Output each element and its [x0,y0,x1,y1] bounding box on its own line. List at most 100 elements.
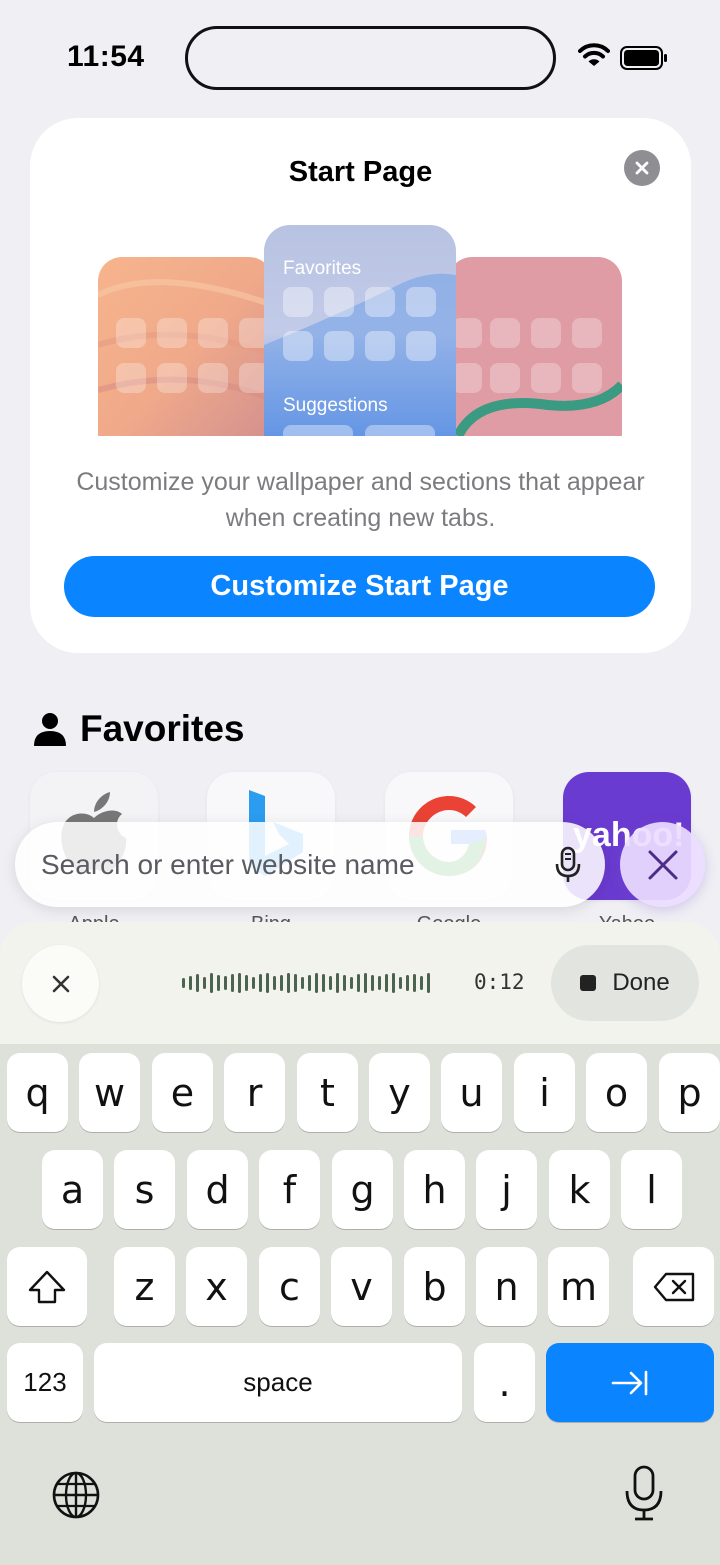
dictation-key[interactable] [624,1464,664,1527]
key-g[interactable]: g [332,1150,393,1229]
numbers-key[interactable]: 123 [7,1343,83,1422]
illus-suggestions-label: Suggestions [283,395,388,416]
delete-key[interactable] [633,1247,714,1326]
customize-start-page-button[interactable]: Customize Start Page [64,556,655,617]
cancel-search-button[interactable] [620,822,705,907]
close-icon [635,161,649,175]
close-icon [52,975,69,992]
card-description: Customize your wallpaper and sections th… [76,468,645,532]
waveform-bar [287,973,290,993]
waveform-bar [182,978,185,988]
shift-icon [28,1270,66,1303]
key-m[interactable]: m [548,1247,609,1326]
waveform-bar [210,973,213,993]
search-input[interactable] [41,848,521,881]
start-page-illustration: Favorites Suggestions [98,225,622,436]
audio-waveform [182,972,430,994]
globe-key[interactable] [50,1469,102,1526]
dynamic-island [185,26,556,90]
period-key[interactable]: . [474,1343,535,1422]
waveform-bar [315,973,318,993]
key-b[interactable]: b [404,1247,465,1326]
key-s[interactable]: s [114,1150,175,1229]
waveform-bar [301,977,304,989]
key-z[interactable]: z [114,1247,175,1326]
key-k[interactable]: k [549,1150,610,1229]
key-j[interactable]: j [476,1150,537,1229]
waveform-bar [196,974,199,992]
waveform-bar [343,975,346,991]
key-o[interactable]: o [586,1053,647,1132]
wifi-icon [578,42,610,73]
key-v[interactable]: v [331,1247,392,1326]
status-time: 11:54 [67,40,145,73]
key-d[interactable]: d [187,1150,248,1229]
waveform-bar [350,977,353,989]
waveform-bar [231,974,234,992]
waveform-bar [392,973,395,993]
battery-icon [620,46,668,75]
address-bar[interactable] [15,822,605,907]
key-e[interactable]: e [152,1053,213,1132]
key-p[interactable]: p [659,1053,720,1132]
waveform-bar [245,975,248,991]
waveform-bar [413,974,416,992]
microphone-icon[interactable] [555,846,581,884]
key-i[interactable]: i [514,1053,575,1132]
key-x[interactable]: x [186,1247,247,1326]
done-label: Done [612,969,670,996]
favorites-header: Favorites [32,708,245,750]
waveform-bar [224,976,227,990]
card-title: Start Page [288,156,433,188]
key-q[interactable]: q [7,1053,68,1132]
key-y[interactable]: y [369,1053,430,1132]
start-page-card: Start Page Favorites Suggestions Customi… [30,118,691,653]
globe-icon [52,1471,100,1519]
key-w[interactable]: w [79,1053,140,1132]
key-a[interactable]: a [42,1150,103,1229]
key-f[interactable]: f [259,1150,320,1229]
waveform-bar [217,975,220,991]
dictation-timer: 0:12 [474,970,525,994]
waveform-bar [203,977,206,989]
key-r[interactable]: r [224,1053,285,1132]
favorites-title: Favorites [80,708,245,749]
waveform-bar [294,974,297,992]
shift-key[interactable] [7,1247,87,1326]
stop-icon [580,975,597,991]
waveform-bar [420,976,423,990]
waveform-bar [357,974,360,992]
waveform-bar [336,973,339,993]
key-l[interactable]: l [621,1150,682,1229]
tab-arrow-icon [611,1370,648,1395]
cancel-dictation-button[interactable] [22,945,99,1022]
waveform-bar [238,973,241,993]
done-dictation-button[interactable]: Done [551,945,699,1021]
microphone-icon [625,1465,663,1521]
waveform-bar [385,974,388,992]
key-c[interactable]: c [259,1247,320,1326]
space-key[interactable]: space [94,1343,462,1422]
key-h[interactable]: h [404,1150,465,1229]
waveform-bar [406,975,409,991]
close-card-button[interactable] [624,150,660,186]
backspace-icon [653,1272,694,1301]
keyboard: 123 space . qwertyuiop asdfghjkl zxcvbnm [0,1044,720,1565]
waveform-bar [189,976,192,990]
go-key[interactable] [546,1343,714,1422]
waveform-bar [252,977,255,989]
key-t[interactable]: t [297,1053,358,1132]
key-u[interactable]: u [441,1053,502,1132]
key-n[interactable]: n [476,1247,537,1326]
waveform-bar [308,975,311,991]
close-icon [648,850,677,879]
illus-favorites-label: Favorites [283,258,361,279]
waveform-bar [329,976,332,990]
waveform-bar [280,975,283,991]
dictation-panel: 0:12 Done [0,922,720,1044]
waveform-bar [427,973,430,993]
waveform-bar [378,976,381,990]
waveform-bar [371,975,374,991]
waveform-bar [399,977,402,989]
waveform-bar [259,974,262,992]
